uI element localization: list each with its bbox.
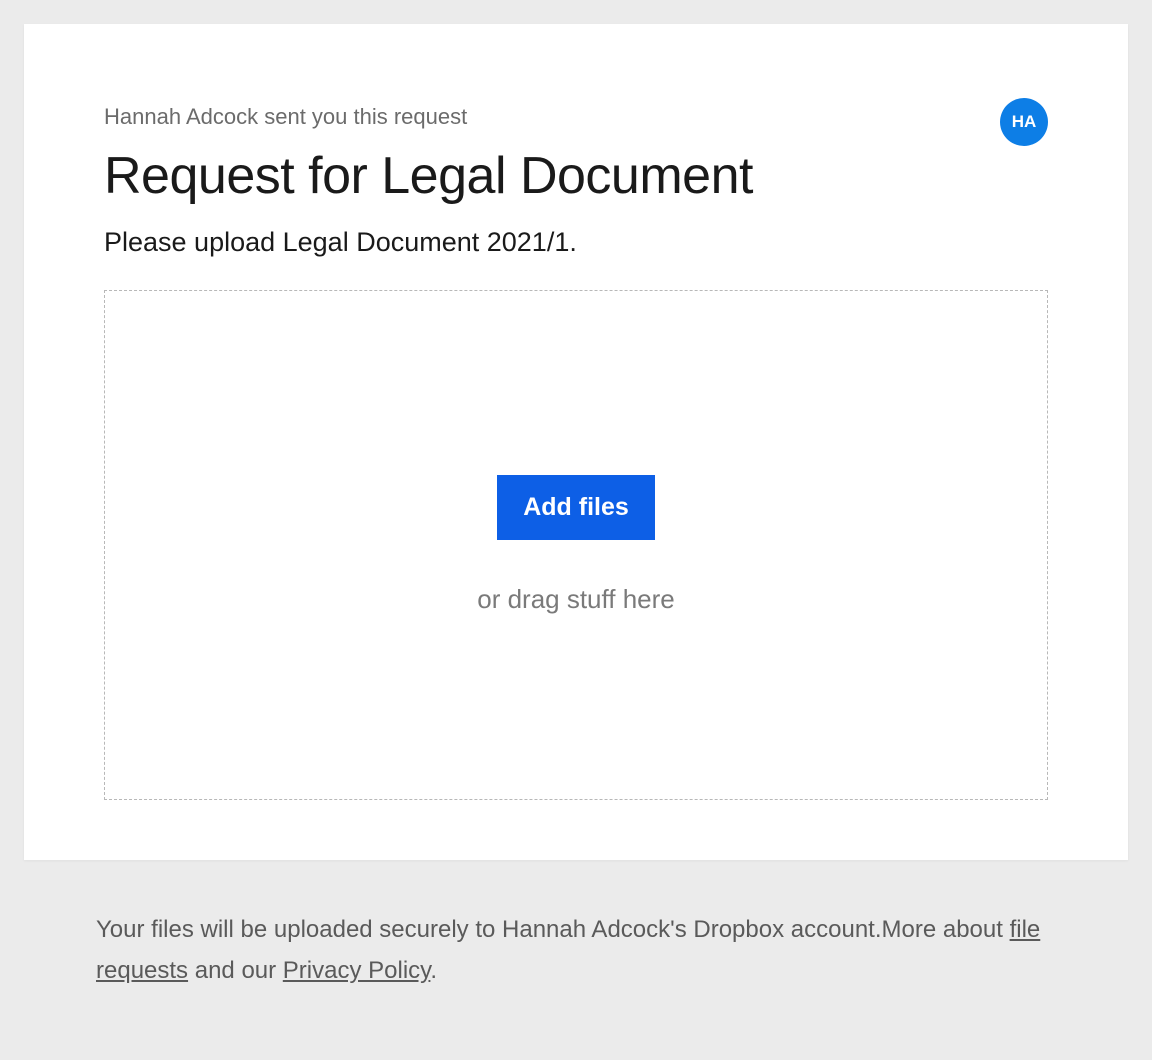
footer-text-before: Your files will be uploaded securely to …: [96, 916, 1010, 943]
subtitle: Please upload Legal Document 2021/1.: [104, 227, 1048, 258]
header-text: Hannah Adcock sent you this request Requ…: [104, 104, 1000, 227]
file-dropzone[interactable]: Add files or drag stuff here: [104, 290, 1048, 800]
request-card: Hannah Adcock sent you this request Requ…: [24, 24, 1128, 860]
avatar: HA: [1000, 98, 1048, 146]
footer-text-middle: and our: [188, 957, 283, 984]
footer-text: Your files will be uploaded securely to …: [24, 860, 1128, 992]
sender-line: Hannah Adcock sent you this request: [104, 104, 1000, 130]
drag-hint: or drag stuff here: [477, 584, 675, 615]
add-files-button[interactable]: Add files: [497, 475, 655, 540]
privacy-policy-link[interactable]: Privacy Policy: [283, 957, 431, 984]
footer-text-after: .: [430, 957, 437, 984]
page-title: Request for Legal Document: [104, 148, 1000, 205]
header-row: Hannah Adcock sent you this request Requ…: [104, 104, 1048, 227]
